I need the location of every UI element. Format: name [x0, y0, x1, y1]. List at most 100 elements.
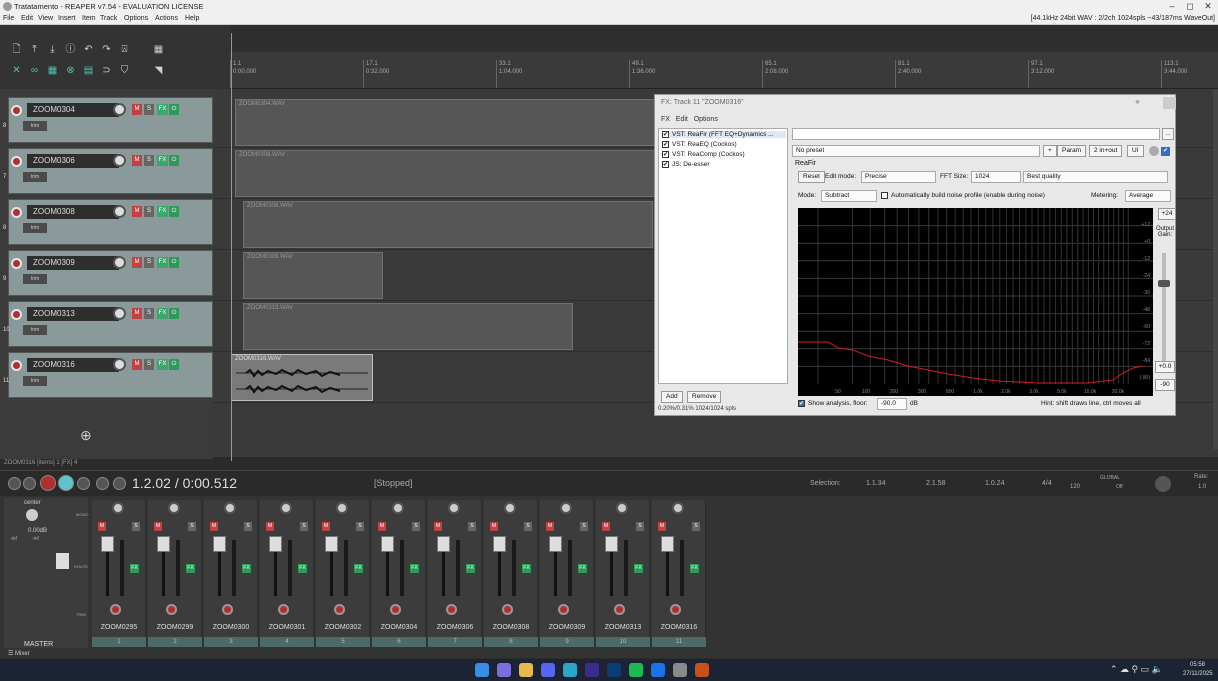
solo-button[interactable]: S [244, 522, 252, 531]
solo-button[interactable]: S [580, 522, 588, 531]
menu-file[interactable]: File [3, 15, 14, 22]
volume-knob[interactable] [113, 256, 126, 269]
remove-fx-button[interactable]: Remove [687, 391, 722, 403]
output-gain-thumb[interactable] [1158, 280, 1170, 287]
add-fx-button[interactable]: Add [661, 391, 683, 403]
trim-button[interactable]: trim [23, 172, 47, 182]
volume-fader[interactable] [325, 536, 338, 552]
store-icon[interactable] [651, 663, 665, 677]
volume-knob[interactable] [113, 358, 126, 371]
tempo-bpm[interactable]: 120 [1070, 484, 1080, 490]
new-project-icon[interactable]: 🗋 [10, 43, 23, 56]
mixer-tab[interactable]: ☰ Mixer [8, 650, 30, 657]
play-button[interactable] [58, 475, 74, 491]
start-icon[interactable] [475, 663, 489, 677]
volume-fader[interactable] [437, 536, 450, 552]
mute-button[interactable]: M [132, 206, 142, 217]
edit-mode-dropdown[interactable]: Precise [861, 171, 936, 183]
fx-bypass-button[interactable]: ⏻ [169, 257, 179, 268]
mute-button[interactable]: M [132, 104, 142, 115]
fx-close-button[interactable] [1163, 97, 1176, 109]
global-automation-label[interactable]: GLOBAL [1100, 475, 1120, 481]
horizontal-scrollbar[interactable] [213, 457, 1218, 459]
grid-toggle-icon[interactable]: ▦ [152, 43, 165, 56]
undo-icon[interactable]: ↶ [82, 43, 95, 56]
enable-checkbox[interactable]: ✔ [662, 151, 669, 158]
io-button[interactable]: 2 in+out [1089, 145, 1123, 157]
mute-button[interactable]: M [132, 155, 142, 166]
selection-end[interactable]: 2.1.58 [926, 480, 945, 487]
track-name[interactable]: ZOOM0304 [27, 103, 119, 117]
show-analysis-checkbox[interactable]: ✔ Show analysis, floor: [798, 400, 868, 407]
auto-crossfade-icon[interactable]: ⊗ [64, 64, 77, 77]
pan-knob[interactable] [672, 502, 684, 514]
media-item-selected[interactable]: ZOOM0316.WAV [231, 354, 373, 401]
item-grouping-icon[interactable]: ⊃ [100, 64, 113, 77]
pan-knob[interactable] [112, 502, 124, 514]
record-arm-button[interactable] [222, 604, 233, 615]
fx-button[interactable]: FX [157, 308, 168, 319]
menu-edit[interactable]: Edit [21, 15, 33, 22]
go-to-start-button[interactable] [8, 477, 21, 490]
solo-button[interactable]: S [144, 206, 154, 217]
record-arm-button[interactable] [502, 604, 513, 615]
volume-fader[interactable] [213, 536, 226, 552]
mute-button[interactable]: M [132, 257, 142, 268]
time-signature[interactable]: 4/4 [1042, 480, 1052, 487]
record-arm-button[interactable] [11, 309, 22, 320]
menu-insert[interactable]: Insert [58, 15, 76, 22]
fx-button[interactable]: FX [157, 206, 168, 217]
clock-time[interactable]: 05:58 [1190, 662, 1205, 668]
volume-knob[interactable] [113, 154, 126, 167]
metronome-icon[interactable]: ⍓ [118, 43, 131, 56]
pan-knob[interactable] [448, 502, 460, 514]
solo-button[interactable]: S [692, 522, 700, 531]
discord-icon[interactable] [541, 663, 555, 677]
volume-fader[interactable] [549, 536, 562, 552]
spotify-icon[interactable] [629, 663, 643, 677]
volume-fader[interactable] [157, 536, 170, 552]
repeat-button[interactable] [77, 477, 90, 490]
media-item[interactable]: ZOOM0313.WAV [243, 303, 573, 350]
volume-fader[interactable] [101, 536, 114, 552]
solo-button[interactable]: S [412, 522, 420, 531]
solo-button[interactable]: S [524, 522, 532, 531]
close-button[interactable]: ✕ [1200, 1, 1216, 12]
open-project-icon[interactable]: ⤒ [28, 43, 41, 56]
mute-button[interactable]: M [322, 522, 330, 531]
record-arm-button[interactable] [334, 604, 345, 615]
pan-knob[interactable] [560, 502, 572, 514]
ripple-edit-icon[interactable]: ✕ [10, 64, 23, 77]
track-header[interactable]: ZOOM0304 M S FX ⏻ trim 8 [3, 97, 213, 143]
selection-start[interactable]: 1.1.34 [866, 480, 885, 487]
fx-param-field[interactable] [792, 128, 1160, 140]
menu-item[interactable]: Item [82, 15, 96, 22]
timeline-ruler[interactable]: 1.1 0:00.000 17.1 0:32.000 33.1 1:04.000 49… [230, 52, 1218, 89]
project-settings-icon[interactable]: ⓘ [64, 43, 77, 56]
add-track-icon[interactable]: ⊕ [80, 427, 92, 444]
volume-knob[interactable] [113, 307, 126, 320]
master-fader[interactable] [56, 553, 69, 569]
mute-button[interactable]: M [210, 522, 218, 531]
add-preset-button[interactable]: + [1043, 145, 1057, 157]
fx-button[interactable]: FX [522, 564, 531, 573]
media-item[interactable]: ZOOM0309.WAV [243, 252, 383, 299]
fx-button[interactable]: FX [157, 104, 168, 115]
record-arm-button[interactable] [11, 360, 22, 371]
master-pan-knob[interactable] [26, 509, 38, 521]
pan-knob[interactable] [336, 502, 348, 514]
fx-bypass-button[interactable]: ⏻ [169, 359, 179, 370]
frequency-graph[interactable]: +12 +0 -12 -24 -36 -48 -60 -72 -84 (-90) 50 100 200… [798, 208, 1153, 396]
fx-chain-item[interactable]: ✔ VST: ReaFir (FFT EQ+Dynamics ... [662, 131, 786, 139]
track-name[interactable]: ZOOM0313 [27, 307, 119, 321]
audio-app-icon[interactable] [673, 663, 687, 677]
mute-button[interactable]: M [98, 522, 106, 531]
vertical-scrollbar[interactable] [1213, 89, 1218, 449]
more-button[interactable]: ... [1162, 128, 1174, 140]
maximize-button[interactable]: ◻ [1182, 1, 1198, 12]
selection-length[interactable]: 1.0.24 [985, 480, 1004, 487]
track-name[interactable]: ZOOM0308 [27, 205, 119, 219]
track-header[interactable]: ZOOM0313 M S FX ⏻ trim 10 [3, 301, 213, 347]
fx-button[interactable]: FX [157, 155, 168, 166]
minimize-button[interactable]: – [1164, 1, 1180, 11]
